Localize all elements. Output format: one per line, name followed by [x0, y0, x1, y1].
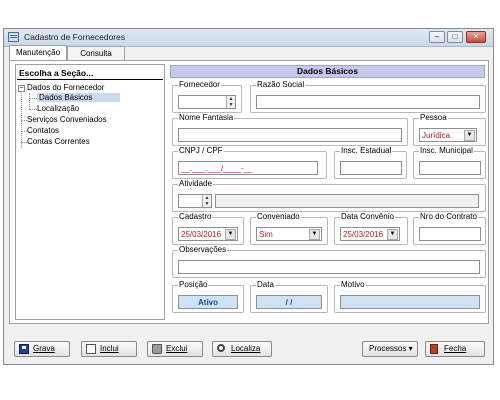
motivo-group: Motivo: [334, 280, 486, 313]
conveniado-value: Sim: [259, 230, 273, 239]
localiza-button[interactable]: Localiza: [212, 341, 272, 357]
tree-item-contas-correntes[interactable]: Contas Correntes: [27, 137, 90, 146]
save-icon: [19, 344, 29, 354]
conveniado-select[interactable]: Sim ▼: [256, 227, 322, 241]
observacoes-label: Observações: [178, 245, 228, 254]
cadastro-date-field[interactable]: 25/03/2016 ▼: [178, 227, 238, 241]
nome-fantasia-group: Nome Fantasia: [172, 113, 408, 146]
tree-item-servicos-conveniados[interactable]: Serviços Conveniados: [27, 115, 107, 124]
atividade-group: Atividade ▲ ▼: [172, 179, 486, 212]
fecha-button[interactable]: Fecha: [425, 341, 485, 357]
cnpj-field[interactable]: __.___.___/____-__: [178, 161, 318, 175]
atividade-description-field: [215, 194, 479, 208]
conveniado-group: Conveniado Sim ▼: [250, 212, 328, 245]
nome-fantasia-label: Nome Fantasia: [178, 113, 235, 122]
section-tree: Escolha a Seção... − Dados do Fornecedor…: [15, 64, 165, 320]
maximize-button[interactable]: □: [447, 31, 463, 43]
motivo-field: [340, 295, 480, 309]
close-button[interactable]: ✕: [466, 31, 486, 43]
inclui-label: Inclui: [100, 344, 119, 353]
pessoa-label: Pessoa: [419, 113, 448, 122]
data-status-field: / /: [256, 295, 322, 309]
contrato-label: Nro do Contrato: [419, 212, 478, 221]
inscricao-estadual-label: Insc. Estadual: [340, 146, 393, 155]
data-group: Data / /: [250, 280, 328, 313]
motivo-label: Motivo: [340, 280, 366, 289]
tab-manutencao[interactable]: Manutenção: [9, 45, 67, 61]
exit-door-icon: [430, 344, 438, 354]
new-document-icon: [86, 344, 96, 354]
observacoes-group: Observações: [172, 245, 486, 278]
chevron-down-icon[interactable]: ▼: [464, 130, 475, 141]
data-convenio-value: 25/03/2016: [343, 230, 384, 239]
inscricao-municipal-label: Insc. Municipal: [419, 146, 474, 155]
trash-icon: [152, 344, 162, 354]
grava-button[interactable]: Grava: [14, 341, 70, 357]
fornecedor-group: Fornecedor ▲ ▼: [172, 80, 242, 113]
title-bar: Cadastro de Fornecedores – □ ✕: [4, 29, 493, 47]
tree-divider: [17, 79, 163, 80]
inscricao-municipal-group: Insc. Municipal: [413, 146, 486, 179]
tab-panel: Escolha a Seção... − Dados do Fornecedor…: [9, 60, 489, 324]
window-title: Cadastro de Fornecedores: [24, 32, 126, 42]
main-window: Cadastro de Fornecedores – □ ✕ Manutençã…: [3, 28, 494, 365]
atividade-spinner[interactable]: ▲ ▼: [202, 195, 211, 207]
razao-social-group: Razão Social: [250, 80, 486, 113]
section-header: Dados Básicos: [170, 65, 485, 78]
tree-item-localizacao[interactable]: Localização: [37, 104, 79, 113]
fornecedor-label: Fornecedor: [178, 80, 221, 89]
cadastro-group: Cadastro 25/03/2016 ▼: [172, 212, 244, 245]
posicao-label: Posição: [178, 280, 209, 289]
cadastro-label: Cadastro: [178, 212, 213, 221]
posicao-group: Posição Ativo: [172, 280, 244, 313]
app-icon: [8, 32, 19, 42]
localiza-label: Localiza: [231, 344, 261, 353]
cnpj-group: CNPJ / CPF __.___.___/____-__: [172, 146, 327, 179]
exclui-label: Exclui: [166, 344, 188, 353]
razao-social-label: Razão Social: [256, 80, 306, 89]
tree-item-dados-basicos[interactable]: Dados Básicos: [37, 93, 121, 102]
cadastro-date-value: 25/03/2016: [181, 230, 222, 239]
minimize-button[interactable]: –: [429, 31, 445, 43]
inscricao-estadual-field[interactable]: [340, 161, 402, 175]
inclui-button[interactable]: Inclui: [81, 341, 137, 357]
tree-connector: [29, 98, 37, 99]
data-convenio-label: Data Convênio: [340, 212, 395, 221]
search-icon: [217, 344, 225, 352]
processos-label: Processos ▾: [369, 344, 413, 353]
fecha-label: Fecha: [444, 344, 467, 353]
inscricao-municipal-field[interactable]: [419, 161, 481, 175]
tree-heading: Escolha a Seção...: [19, 68, 94, 78]
contrato-group: Nro do Contrato: [413, 212, 486, 245]
data-label: Data: [256, 280, 275, 289]
contrato-field[interactable]: [419, 227, 481, 241]
inscricao-estadual-group: Insc. Estadual: [334, 146, 407, 179]
grava-label: Grava: [33, 344, 55, 353]
chevron-down-icon[interactable]: ▼: [309, 229, 320, 240]
collapse-icon[interactable]: −: [18, 85, 25, 92]
data-convenio-field[interactable]: 25/03/2016 ▼: [340, 227, 400, 241]
nome-fantasia-field[interactable]: [178, 128, 402, 142]
conveniado-label: Conveniado: [256, 212, 301, 221]
observacoes-field[interactable]: [178, 260, 480, 274]
tree-item-contatos[interactable]: Contatos: [27, 126, 59, 135]
tree-connector: [29, 93, 30, 109]
pessoa-group: Pessoa Jurídica ▼: [413, 113, 486, 146]
posicao-status: Ativo: [178, 295, 238, 309]
data-convenio-group: Data Convênio 25/03/2016 ▼: [334, 212, 408, 245]
razao-social-field[interactable]: [256, 95, 480, 109]
processos-button[interactable]: Processos ▾: [362, 341, 418, 357]
calendar-dropdown-icon[interactable]: ▼: [387, 229, 398, 240]
calendar-dropdown-icon[interactable]: ▼: [225, 229, 236, 240]
tab-consulta[interactable]: Consulta: [67, 46, 125, 60]
pessoa-value: Jurídica: [422, 131, 451, 140]
pessoa-select[interactable]: Jurídica ▼: [419, 128, 477, 142]
tree-connector: [29, 109, 37, 110]
atividade-label: Atividade: [178, 179, 213, 188]
exclui-button[interactable]: Exclui: [147, 341, 203, 357]
cnpj-label: CNPJ / CPF: [178, 146, 224, 155]
fornecedor-spinner[interactable]: ▲ ▼: [226, 96, 235, 108]
tree-item-dados-fornecedor[interactable]: Dados do Fornecedor: [27, 83, 104, 92]
